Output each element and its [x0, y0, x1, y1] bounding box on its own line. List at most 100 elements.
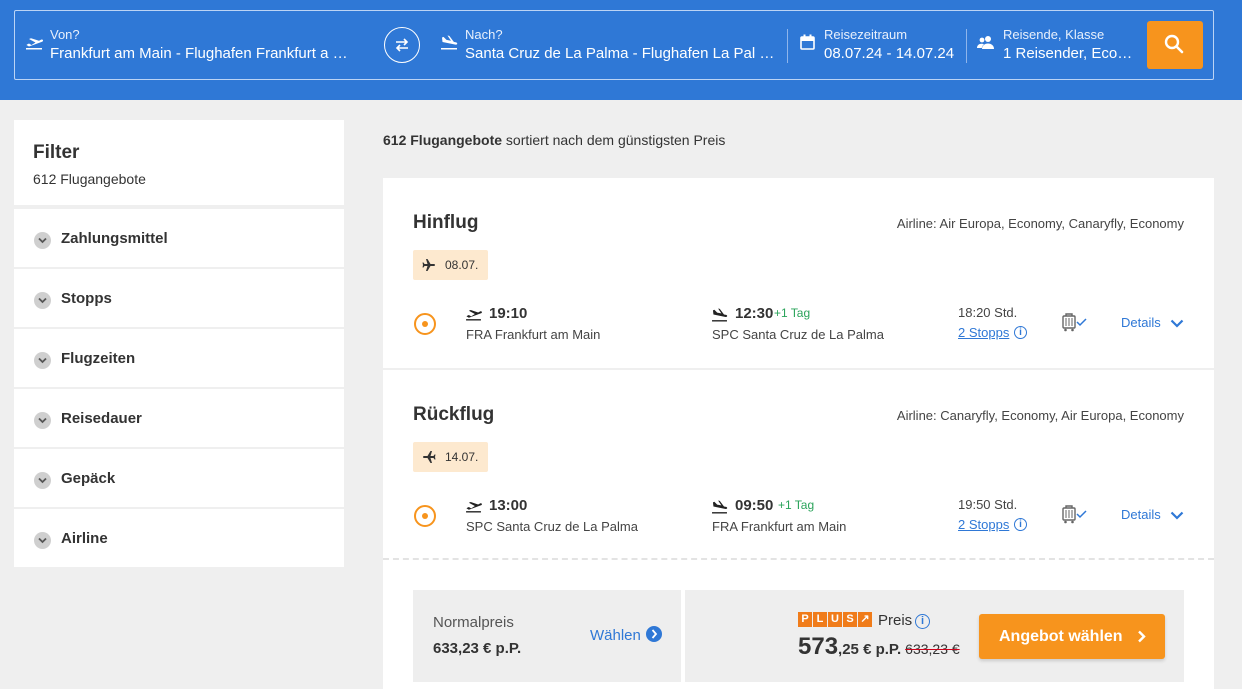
swap-button[interactable] [384, 27, 420, 63]
normal-price-label: Normalpreis [433, 614, 514, 631]
filter-count: 612 Flugangebote [33, 171, 146, 187]
info-icon[interactable]: i [915, 614, 930, 629]
leg-airline: Airline: Air Europa, Economy, Canaryfly,… [896, 216, 1184, 231]
chevron-down-icon[interactable] [1170, 319, 1184, 328]
result-sort-text: sortiert nach dem günstigsten Preis [502, 132, 726, 148]
details-link[interactable]: Details [1121, 315, 1161, 330]
plus-price-value: 573,25 € p.P. 633,23 € [798, 633, 960, 661]
plane-arrival-icon [712, 500, 728, 514]
from-field[interactable]: Von? Frankfurt am Main - Flughafen Frank… [15, 11, 370, 79]
filter-stopps[interactable]: Stopps [14, 269, 344, 327]
arrival-time: 09:50 [735, 497, 774, 514]
plane-arrival-icon [712, 308, 728, 322]
divider [383, 558, 1214, 560]
divider [966, 29, 967, 63]
luggage-icon [1062, 505, 1087, 524]
filter-label: Zahlungsmittel [61, 230, 168, 247]
travelers-value: 1 Reisender, Eco… [1003, 45, 1133, 62]
to-field[interactable]: Nach? Santa Cruz de La Palma - Flughafen… [435, 11, 790, 79]
select-normal-link[interactable]: Wählen [590, 627, 641, 644]
arrival-time: 12:30 [735, 305, 774, 322]
travelers-field[interactable]: Reisende, Klasse 1 Reisender, Eco… [970, 11, 1140, 79]
filter-zahlungsmittel[interactable]: Zahlungsmittel [14, 209, 344, 267]
chevron-right-icon [1138, 630, 1146, 643]
result-summary: 612 Flugangebote sortiert nach dem günst… [383, 132, 725, 148]
filter-flugzeiten[interactable]: Flugzeiten [14, 329, 344, 387]
plane-departure-icon [466, 502, 482, 513]
period-value: 08.07.24 - 14.07.24 [824, 45, 955, 62]
stops-link[interactable]: 2 Stopps [958, 517, 1009, 532]
filter-label: Airline [61, 530, 108, 547]
filter-label: Flugzeiten [61, 350, 136, 367]
radio-selected[interactable] [414, 313, 436, 335]
leg-airline: Airline: Canaryfly, Economy, Air Europa,… [896, 408, 1184, 423]
departure-time: 19:10 [489, 305, 528, 322]
period-label: Reisezeitraum [824, 27, 908, 42]
normal-price-box: Normalpreis 633,23 € p.P. Wählen [413, 590, 681, 682]
chevron-down-icon [34, 412, 51, 429]
info-icon[interactable]: i [1014, 326, 1027, 339]
price-area: Normalpreis 633,23 € p.P. Wählen P L U S ↗ P… [413, 590, 1184, 682]
travelers-label: Reisende, Klasse [1003, 27, 1105, 42]
leg-title: Rückflug [413, 404, 495, 425]
flight-duration: 19:50 Std. [958, 497, 1018, 512]
search-button[interactable] [1147, 21, 1203, 69]
plus-price-rest: ,25 € p.P. [838, 641, 902, 658]
filter-reisedauer[interactable]: Reisedauer [14, 389, 344, 447]
header: Von? Frankfurt am Main - Flughafen Frank… [0, 0, 1242, 100]
offer-card: Hinflug Airline: Air Europa, Economy, Ca… [383, 178, 1214, 689]
leg-return: Rückflug Airline: Canaryfly, Economy, Ai… [383, 368, 1214, 558]
from-label: Von? [50, 27, 80, 42]
plus-logo-letter: L [813, 612, 827, 627]
to-value: Santa Cruz de La Palma - Flughafen La Pa… [465, 45, 775, 62]
stops-link[interactable]: 2 Stopps [958, 325, 1009, 340]
plus-logo-arrow: ↗ [858, 612, 872, 627]
plus-price-box: P L U S ↗ Preis i 573,25 € p.P. 633,23 € Ange… [685, 590, 1184, 682]
chevron-down-icon [34, 472, 51, 489]
search-bar: Von? Frankfurt am Main - Flughafen Frank… [14, 10, 1214, 80]
filter-header: Filter 612 Flugangebote [14, 120, 344, 207]
plus-logo-letter: U [828, 612, 842, 627]
chevron-down-icon [34, 352, 51, 369]
plus-day: +1 Tag [774, 306, 811, 320]
result-count: 612 Flugangebote [383, 132, 503, 148]
date-badge: 08.07. [413, 250, 488, 280]
departure-place: SPC Santa Cruz de La Palma [466, 519, 638, 534]
travelers-icon [977, 36, 994, 49]
filter-gepaeck[interactable]: Gepäck [14, 449, 344, 507]
plus-logo: P L U S ↗ [798, 612, 872, 628]
calendar-icon [800, 34, 815, 50]
chevron-down-icon [34, 232, 51, 249]
filter-airline[interactable]: Airline [14, 509, 344, 567]
chevron-down-icon [34, 292, 51, 309]
chevron-right-circle-icon[interactable] [646, 626, 662, 642]
date-text: 14.07. [445, 450, 479, 464]
plus-logo-letter: S [843, 612, 857, 627]
arrival-place: FRA Frankfurt am Main [712, 519, 847, 534]
flight-duration: 18:20 Std. [958, 305, 1018, 320]
luggage-icon [1062, 313, 1087, 332]
radio-selected[interactable] [414, 505, 436, 527]
plus-logo-letter: P [798, 612, 812, 627]
period-field[interactable]: Reisezeitraum 08.07.24 - 14.07.24 [790, 11, 965, 79]
swap-icon [395, 38, 409, 52]
divider [787, 29, 788, 63]
details-link[interactable]: Details [1121, 507, 1161, 522]
date-text: 08.07. [445, 258, 479, 272]
filter-label: Gepäck [61, 470, 116, 487]
old-price: 633,23 € [905, 641, 960, 657]
plus-price-main: 573 [798, 633, 839, 660]
plane-arrival-icon [441, 35, 458, 50]
departure-place: FRA Frankfurt am Main [466, 327, 601, 342]
info-icon[interactable]: i [1014, 518, 1027, 531]
from-value: Frankfurt am Main - Flughafen Frankfurt … [50, 45, 348, 62]
search-icon [1164, 34, 1184, 54]
chevron-down-icon [34, 532, 51, 549]
to-label: Nach? [465, 27, 503, 42]
select-offer-label: Angebot wählen [999, 628, 1123, 645]
select-offer-button[interactable]: Angebot wählen [979, 614, 1165, 659]
filter-title: Filter [33, 142, 80, 163]
departure-time: 13:00 [489, 497, 528, 514]
date-badge: 14.07. [413, 442, 488, 472]
chevron-down-icon[interactable] [1170, 511, 1184, 520]
